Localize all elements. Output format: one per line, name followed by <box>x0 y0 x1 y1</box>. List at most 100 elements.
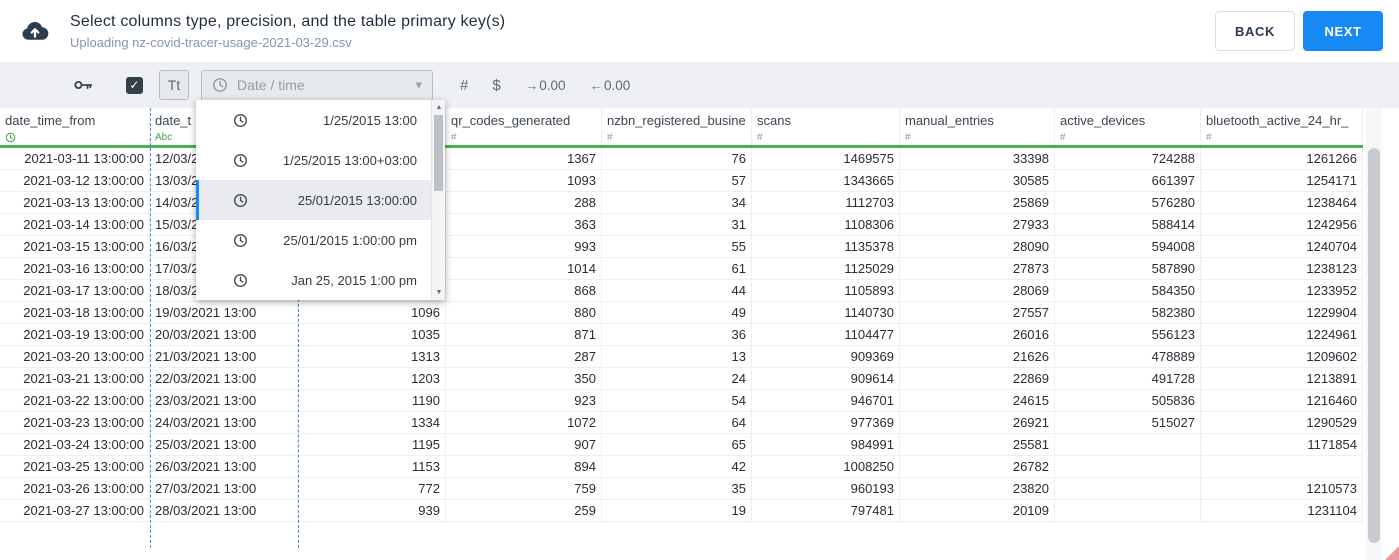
column-name: manual_entries <box>905 113 994 128</box>
table-cell: 26782 <box>900 456 1055 478</box>
date-format-select[interactable]: Date / time ▾ <box>201 69 433 101</box>
column-type-icon: # <box>1060 132 1066 143</box>
table-cell: 1367 <box>446 148 602 170</box>
scroll-up-arrow[interactable]: ▲ <box>432 104 446 111</box>
table-cell: 1231104 <box>1201 500 1363 522</box>
table-cell: 2021-03-24 13:00:00 <box>0 434 150 456</box>
table-cell: 880 <box>446 302 602 324</box>
date-format-option[interactable]: 25/01/2015 1:00:00 pm <box>196 220 445 260</box>
text-type-button[interactable]: Tt <box>159 70 189 100</box>
date-format-option-label: Jan 25, 2015 1:00 pm <box>291 272 417 288</box>
clock-icon <box>233 233 248 248</box>
table-row: 2021-03-18 13:00:00 19/03/2021 13:00 1096 8… <box>0 302 1363 324</box>
column-header[interactable]: manual_entries # <box>900 108 1055 145</box>
table-cell: 25/03/2021 13:00 <box>150 434 298 456</box>
decimal-decrease-button[interactable]: ← 0.00 <box>589 78 630 93</box>
table-cell: 576280 <box>1055 192 1201 214</box>
table-row: 2021-03-21 13:00:00 22/03/2021 13:00 1203 3… <box>0 368 1363 390</box>
include-column-checkbox[interactable]: ✓ <box>126 76 143 94</box>
column-name: scans <box>757 113 791 128</box>
table-cell: 54 <box>602 390 752 412</box>
table-cell: 2021-03-16 13:00:00 <box>0 258 150 280</box>
primary-key-icon[interactable] <box>72 74 94 96</box>
column-header[interactable]: bluetooth_active_24_hr_ # <box>1201 108 1363 145</box>
table-cell: 26/03/2021 13:00 <box>150 456 298 478</box>
table-cell: 1290529 <box>1201 412 1363 434</box>
table-cell: 42 <box>602 456 752 478</box>
table-cell: 30585 <box>900 170 1055 192</box>
table-cell: 23/03/2021 13:00 <box>150 390 298 412</box>
table-cell: 1229904 <box>1201 302 1363 324</box>
column-header[interactable]: active_devices # <box>1055 108 1201 145</box>
dropdown-scrollbar-thumb[interactable] <box>434 115 443 191</box>
vertical-scrollbar-thumb[interactable] <box>1368 148 1380 543</box>
table-cell: 894 <box>446 456 602 478</box>
date-format-option[interactable]: 25/01/2015 13:00:00 <box>196 180 445 220</box>
table-cell: 1242956 <box>1201 214 1363 236</box>
number-type-button[interactable]: # <box>460 77 468 94</box>
table-cell: 772 <box>298 478 446 500</box>
table-cell: 26921 <box>900 412 1055 434</box>
table-cell: 21/03/2021 13:00 <box>150 346 298 368</box>
table-cell: 1343665 <box>752 170 900 192</box>
table-cell: 1216460 <box>1201 390 1363 412</box>
decimal-increase-button[interactable]: → 0.00 <box>525 78 566 93</box>
table-cell: 556123 <box>1055 324 1201 346</box>
table-cell: 939 <box>298 500 446 522</box>
next-button[interactable]: NEXT <box>1303 11 1383 51</box>
table-cell: 76 <box>602 148 752 170</box>
table-cell: 1125029 <box>752 258 900 280</box>
decimal-decrease-label: 0.00 <box>603 77 631 93</box>
arrow-right-icon: → <box>524 77 539 93</box>
scroll-down-arrow[interactable]: ▼ <box>432 289 446 296</box>
table-cell: 2021-03-27 13:00:00 <box>0 500 150 522</box>
column-type-icon: # <box>607 132 613 143</box>
table-cell: 1072 <box>446 412 602 434</box>
column-name: active_devices <box>1060 113 1146 128</box>
vertical-scrollbar[interactable] <box>1366 108 1382 560</box>
column-header[interactable]: date_time_from <box>0 108 150 145</box>
table-cell: 1105893 <box>752 280 900 302</box>
table-row: 2021-03-20 13:00:00 21/03/2021 13:00 1313 2… <box>0 346 1363 368</box>
table-cell <box>1055 478 1201 500</box>
date-format-options: 1/25/2015 13:00 1/25/2015 13:00+03:00 25/0… <box>196 100 445 300</box>
table-cell: 2021-03-15 13:00:00 <box>0 236 150 258</box>
table-cell: 582380 <box>1055 302 1201 324</box>
table-cell: 2021-03-22 13:00:00 <box>0 390 150 412</box>
table-cell <box>1201 456 1363 478</box>
currency-type-button[interactable]: $ <box>492 77 500 94</box>
table-cell: 33398 <box>900 148 1055 170</box>
column-type-icon <box>5 131 149 144</box>
column-header[interactable]: scans # <box>752 108 900 145</box>
column-name: qr_codes_generated <box>451 113 571 128</box>
table-cell <box>1055 456 1201 478</box>
table-cell: 907 <box>446 434 602 456</box>
date-format-option[interactable]: 1/25/2015 13:00 <box>196 100 445 140</box>
column-header[interactable]: qr_codes_generated # <box>446 108 602 145</box>
table-cell: 1014 <box>446 258 602 280</box>
table-row: 2021-03-24 13:00:00 25/03/2021 13:00 1195 9… <box>0 434 1363 456</box>
table-cell: 1112703 <box>752 192 900 214</box>
date-format-option[interactable]: Jan 25, 2015 1:00 pm <box>196 260 445 300</box>
table-cell: 977369 <box>752 412 900 434</box>
table-cell: 1210573 <box>1201 478 1363 500</box>
header: Select columns type, precision, and the … <box>0 0 1399 62</box>
table-cell: 288 <box>446 192 602 214</box>
table-cell: 993 <box>446 236 602 258</box>
table-row: 2021-03-19 13:00:00 20/03/2021 13:00 1035 8… <box>0 324 1363 346</box>
selected-column-left-guide <box>150 108 151 548</box>
column-header[interactable]: nzbn_registered_busine # <box>602 108 752 145</box>
table-cell: 584350 <box>1055 280 1201 302</box>
date-format-option[interactable]: 1/25/2015 13:00+03:00 <box>196 140 445 180</box>
date-format-option-label: 25/01/2015 13:00:00 <box>297 192 417 208</box>
table-cell: 1238464 <box>1201 192 1363 214</box>
table-cell: 23820 <box>900 478 1055 500</box>
back-button[interactable]: BACK <box>1215 11 1295 51</box>
table-cell: 505836 <box>1055 390 1201 412</box>
clock-icon <box>233 113 248 128</box>
table-cell: 287 <box>446 346 602 368</box>
table-cell: 594008 <box>1055 236 1201 258</box>
dropdown-scrollbar[interactable]: ▲ ▼ <box>431 100 445 300</box>
table-cell: 1195 <box>298 434 446 456</box>
table-cell: 491728 <box>1055 368 1201 390</box>
